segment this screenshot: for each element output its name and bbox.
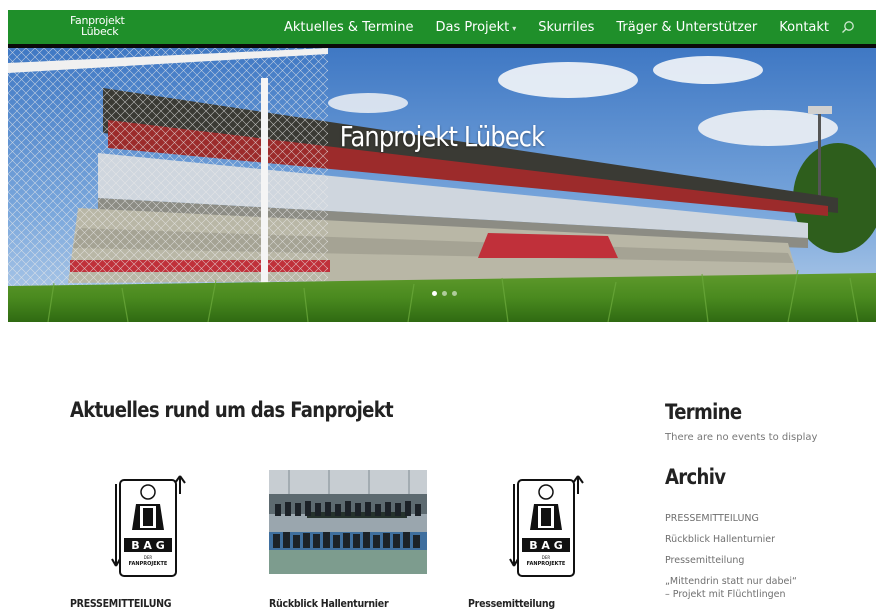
main-menu: Aktuelles & Termine Das Projekt ▾ Skurril… bbox=[284, 10, 855, 44]
bag-logo-image[interactable]: B A G DER FANPROJEKTE bbox=[70, 470, 240, 580]
slider-dot-1[interactable] bbox=[432, 291, 437, 296]
sidebar-archiv-title: Archiv bbox=[665, 465, 726, 489]
team-photo-image[interactable] bbox=[269, 470, 427, 574]
archive-list: PRESSEMITTEILUNG Rückblick Hallenturnier… bbox=[665, 512, 797, 609]
nav-item-skurriles[interactable]: Skurriles bbox=[538, 20, 594, 35]
archive-link[interactable]: Pressemitteilung bbox=[665, 554, 797, 567]
site-logo[interactable]: Fanprojekt Lübeck bbox=[70, 15, 125, 37]
nav-item-kontakt[interactable]: Kontakt bbox=[779, 20, 829, 35]
slider-dots bbox=[432, 291, 457, 296]
hero-slider[interactable]: Fanprojekt Lübeck bbox=[8, 48, 876, 322]
stadium-photo bbox=[8, 48, 876, 322]
slider-dot-3[interactable] bbox=[452, 291, 457, 296]
search-icon[interactable] bbox=[841, 20, 855, 34]
archive-link[interactable]: „Mittendrin statt nur dabei“ – Projekt m… bbox=[665, 575, 797, 601]
nav-item-das-projekt-label: Das Projekt bbox=[435, 19, 510, 35]
nav-item-aktuelles[interactable]: Aktuelles & Termine bbox=[284, 20, 414, 35]
post-card[interactable]: Rückblick Hallenturnier bbox=[269, 470, 439, 614]
chevron-down-icon: ▾ bbox=[512, 23, 517, 33]
bag-logo-text: B A G bbox=[131, 539, 165, 552]
slider-dot-2[interactable] bbox=[442, 291, 447, 296]
post-title[interactable]: PRESSEMITTEILUNG bbox=[70, 597, 172, 610]
nav-item-das-projekt[interactable]: Das Projekt ▾ bbox=[436, 20, 517, 35]
post-card[interactable]: B A G DER FANPROJEKTE PRESSEMITTEILUNG bbox=[70, 470, 240, 614]
bag-logo-sub2: FANPROJEKTE bbox=[129, 561, 168, 567]
logo-line-2: Lübeck bbox=[81, 25, 119, 38]
archive-link[interactable]: PRESSEMITTEILUNG bbox=[665, 512, 797, 525]
bag-logo-image[interactable]: B A G DER FANPROJEKTE bbox=[468, 470, 638, 580]
post-title[interactable]: Rückblick Hallenturnier bbox=[269, 597, 389, 610]
sidebar-termine-empty: There are no events to display bbox=[665, 432, 818, 443]
sidebar-termine-title: Termine bbox=[665, 400, 742, 424]
bag-logo-sub1: DER bbox=[144, 555, 153, 560]
bag-logo-sub1: DER bbox=[542, 555, 551, 560]
bag-logo-sub2: FANPROJEKTE bbox=[527, 561, 566, 567]
section-title-aktuelles: Aktuelles rund um das Fanprojekt bbox=[70, 398, 394, 422]
post-title[interactable]: Pressemitteilung bbox=[468, 597, 555, 610]
archive-link[interactable]: Rückblick Hallenturnier bbox=[665, 533, 797, 546]
post-card[interactable]: B A G DER FANPROJEKTE Pressemitteilung bbox=[468, 470, 638, 614]
bag-logo-text: B A G bbox=[529, 539, 563, 552]
nav-item-traeger[interactable]: Träger & Unterstützer bbox=[616, 20, 757, 35]
hero-title: Fanprojekt Lübeck bbox=[339, 120, 545, 153]
top-navbar: Fanprojekt Lübeck Aktuelles & Termine Da… bbox=[8, 10, 876, 48]
